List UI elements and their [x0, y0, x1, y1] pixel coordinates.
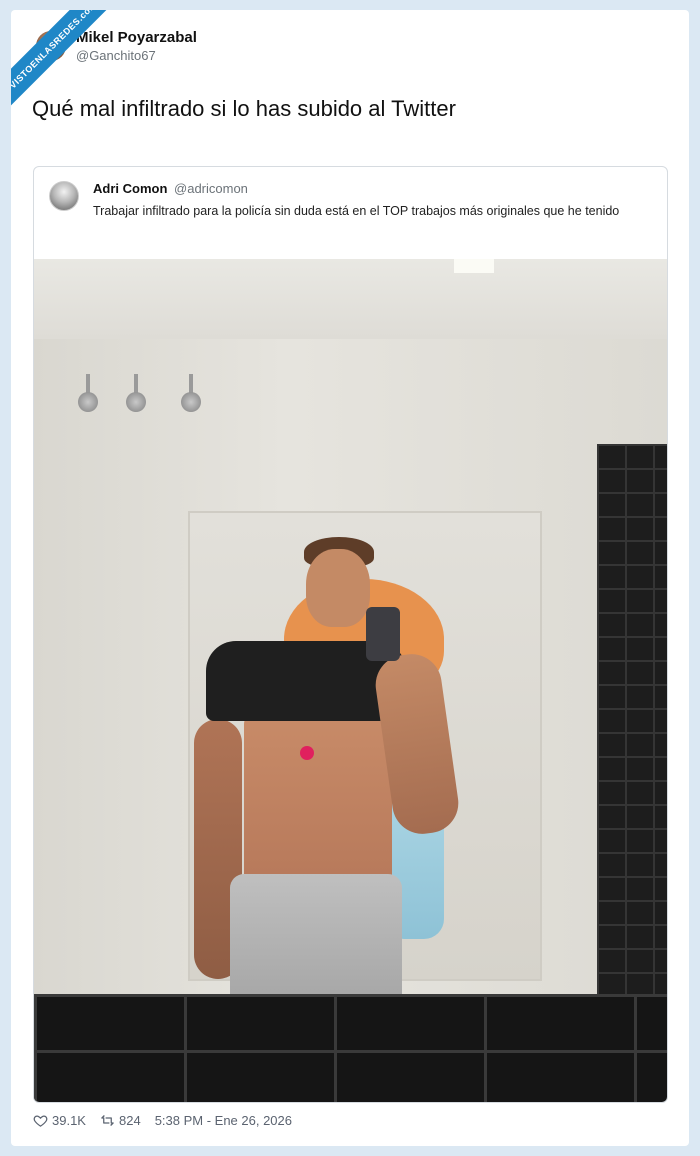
- quoted-display-name[interactable]: Adri Comon: [93, 181, 167, 196]
- quoted-tweet[interactable]: Adri Comon @adricomon Trabajar infiltrad…: [33, 166, 668, 1103]
- retweet-button[interactable]: 824: [100, 1113, 141, 1128]
- quoted-tweet-text: Trabajar infiltrado para la policía sin …: [93, 204, 620, 218]
- quoted-photo[interactable]: [34, 259, 667, 1102]
- quoted-avatar[interactable]: [49, 181, 79, 211]
- timestamp[interactable]: 5:38 PM - Ene 26, 2026: [155, 1113, 292, 1128]
- heart-icon: [33, 1115, 48, 1127]
- watermark-text: VISTOENLASREDES.com: [11, 10, 119, 111]
- quoted-user-handle[interactable]: @adricomon: [174, 181, 248, 196]
- watermark-badge: VISTOENLASREDES.com: [11, 10, 121, 120]
- retweet-icon: [101, 1115, 114, 1126]
- like-button[interactable]: 39.1K: [33, 1113, 86, 1128]
- tweet-footer: 39.1K 824 5:38 PM - Ene 26, 2026: [33, 1113, 306, 1128]
- like-count: 39.1K: [52, 1113, 86, 1128]
- retweet-count: 824: [118, 1113, 141, 1128]
